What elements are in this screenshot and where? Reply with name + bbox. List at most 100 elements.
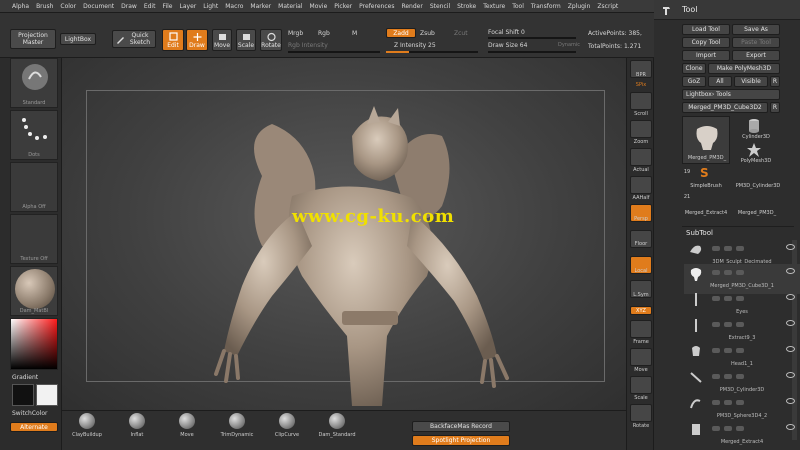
- menu-stencil[interactable]: Stencil: [430, 3, 450, 10]
- inflat-brush[interactable]: Inflat: [114, 413, 160, 438]
- subtool-toggles[interactable]: [712, 426, 748, 433]
- merged-pm3d-thumb-label[interactable]: Merged_PM3D_: [732, 210, 782, 216]
- menu-color[interactable]: Color: [60, 3, 76, 10]
- current-tool-r-button[interactable]: R: [770, 102, 780, 113]
- goz-r-button[interactable]: R: [770, 76, 780, 87]
- menu-draw[interactable]: Draw: [121, 3, 137, 10]
- rgb-toggle[interactable]: Rgb: [318, 30, 330, 37]
- draw-button[interactable]: Draw: [186, 29, 208, 51]
- menu-brush[interactable]: Brush: [36, 3, 53, 10]
- zoom-button[interactable]: [630, 120, 652, 138]
- subtool-toggles[interactable]: [712, 400, 748, 407]
- eye-icon[interactable]: [786, 424, 795, 430]
- simplebrush-icon[interactable]: S: [700, 166, 709, 180]
- eye-icon[interactable]: [786, 294, 795, 300]
- polymesh3d-label[interactable]: PolyMesh3D: [734, 158, 778, 164]
- menu-alpha[interactable]: Alpha: [12, 3, 29, 10]
- z-intensity-slider[interactable]: [386, 51, 478, 53]
- zsub-toggle[interactable]: Zsub: [420, 30, 435, 37]
- material-thumbnail[interactable]: Dam_MatBl: [10, 266, 58, 316]
- actual-button[interactable]: [630, 148, 652, 166]
- draw-size-slider[interactable]: [488, 51, 576, 53]
- creature-sculpt-model[interactable]: [202, 106, 532, 408]
- scale-view-button[interactable]: [630, 376, 652, 394]
- scroll-button[interactable]: [630, 92, 652, 110]
- move-button[interactable]: Move: [212, 29, 232, 51]
- merged-extract4-label[interactable]: Merged_Extract4: [680, 210, 732, 216]
- cylinder3d-label[interactable]: Cylinder3D: [734, 134, 778, 140]
- subtool-toggles[interactable]: [712, 348, 748, 355]
- menu-marker[interactable]: Marker: [250, 3, 271, 10]
- simplebrush-label[interactable]: SimpleBrush: [684, 183, 728, 189]
- brush-thumbnail[interactable]: Standard: [10, 58, 58, 108]
- current-tool-thumbnail[interactable]: Merged_PM3D_: [682, 116, 730, 164]
- zadd-button[interactable]: Zadd: [386, 28, 416, 38]
- menu-texture[interactable]: Texture: [483, 3, 505, 10]
- main-color-swatch[interactable]: [36, 384, 58, 406]
- subtool-toggles[interactable]: [712, 270, 748, 277]
- menu-zscript[interactable]: Zscript: [597, 3, 618, 10]
- mrgb-toggle[interactable]: Mrgb: [288, 30, 303, 37]
- lightbox-tools-button[interactable]: Lightbox› Tools: [682, 89, 780, 100]
- alternate-button[interactable]: Alternate: [10, 422, 58, 432]
- tool-palette-header[interactable]: Tool: [654, 0, 800, 20]
- move-brush[interactable]: Move: [164, 413, 210, 438]
- menu-render[interactable]: Render: [401, 3, 422, 10]
- focal-shift-slider[interactable]: [488, 37, 576, 39]
- eye-icon[interactable]: [786, 346, 795, 352]
- export-button[interactable]: Export: [732, 50, 780, 61]
- eye-icon[interactable]: [786, 268, 795, 274]
- quick-sketch-button[interactable]: Quick Sketch: [112, 30, 156, 48]
- menu-light[interactable]: Light: [203, 3, 218, 10]
- menu-material[interactable]: Material: [278, 3, 302, 10]
- menu-document[interactable]: Document: [83, 3, 114, 10]
- stroke-thumbnail[interactable]: Dots: [10, 110, 58, 160]
- lightbox-button[interactable]: LightBox: [60, 33, 96, 45]
- rotate-view-button[interactable]: [630, 404, 652, 422]
- goz-button[interactable]: GoZ: [682, 76, 706, 87]
- backface-record-button[interactable]: BackfaceMas Record: [412, 421, 510, 432]
- rgb-intensity-slider[interactable]: [288, 51, 380, 53]
- color-picker[interactable]: [10, 318, 58, 370]
- eye-icon[interactable]: [786, 372, 795, 378]
- menu-transform[interactable]: Transform: [531, 3, 561, 10]
- texture-thumbnail[interactable]: Texture Off: [10, 214, 58, 264]
- menu-preferences[interactable]: Preferences: [359, 3, 394, 10]
- projection-master-button[interactable]: Projection Master: [10, 29, 56, 49]
- menu-edit[interactable]: Edit: [144, 3, 156, 10]
- load-tool-button[interactable]: Load Tool: [682, 24, 730, 35]
- frame-button[interactable]: [630, 320, 652, 338]
- make-polymesh3d-button[interactable]: Make PolyMesh3D: [708, 63, 780, 74]
- save-as-button[interactable]: Save As: [732, 24, 780, 35]
- copy-tool-button[interactable]: Copy Tool: [682, 37, 730, 48]
- clone-button[interactable]: Clone: [682, 63, 706, 74]
- polymesh3d-star-icon[interactable]: [746, 142, 762, 158]
- zcut-toggle[interactable]: Zcut: [454, 30, 468, 37]
- eye-icon[interactable]: [786, 398, 795, 404]
- import-button[interactable]: Import: [682, 50, 730, 61]
- eye-icon[interactable]: [786, 320, 795, 326]
- goz-all-button[interactable]: All: [708, 76, 732, 87]
- claybuildup-brush[interactable]: ClayBuildup: [64, 413, 110, 438]
- m-toggle[interactable]: M: [352, 30, 357, 37]
- subtool-toggles[interactable]: [712, 246, 748, 253]
- menu-file[interactable]: File: [162, 3, 172, 10]
- spotlight-projection-button[interactable]: Spotlight Projection: [412, 435, 510, 446]
- gradient-label[interactable]: Gradient: [12, 374, 38, 381]
- move-view-button[interactable]: [630, 348, 652, 366]
- menu-movie[interactable]: Movie: [310, 3, 328, 10]
- cylinder3d-icon[interactable]: [746, 118, 762, 134]
- subtool-toggles[interactable]: [712, 296, 748, 303]
- edit-button[interactable]: Edit: [162, 29, 184, 51]
- scale-button[interactable]: Scale: [236, 29, 256, 51]
- switch-color-button[interactable]: SwitchColor: [12, 410, 48, 417]
- spix-label[interactable]: SPix: [627, 82, 655, 88]
- paste-tool-button[interactable]: Paste Tool: [732, 37, 780, 48]
- eye-icon[interactable]: [786, 244, 795, 250]
- aahalf-button[interactable]: [630, 176, 652, 194]
- menu-macro[interactable]: Macro: [225, 3, 243, 10]
- dam-standard-brush[interactable]: Dam_Standard: [314, 413, 360, 438]
- pm3d-cylinder3d-label[interactable]: PM3D_Cylinder3D: [732, 183, 784, 189]
- goz-visible-button[interactable]: Visible: [734, 76, 768, 87]
- subtool-title[interactable]: SubTool: [686, 229, 713, 237]
